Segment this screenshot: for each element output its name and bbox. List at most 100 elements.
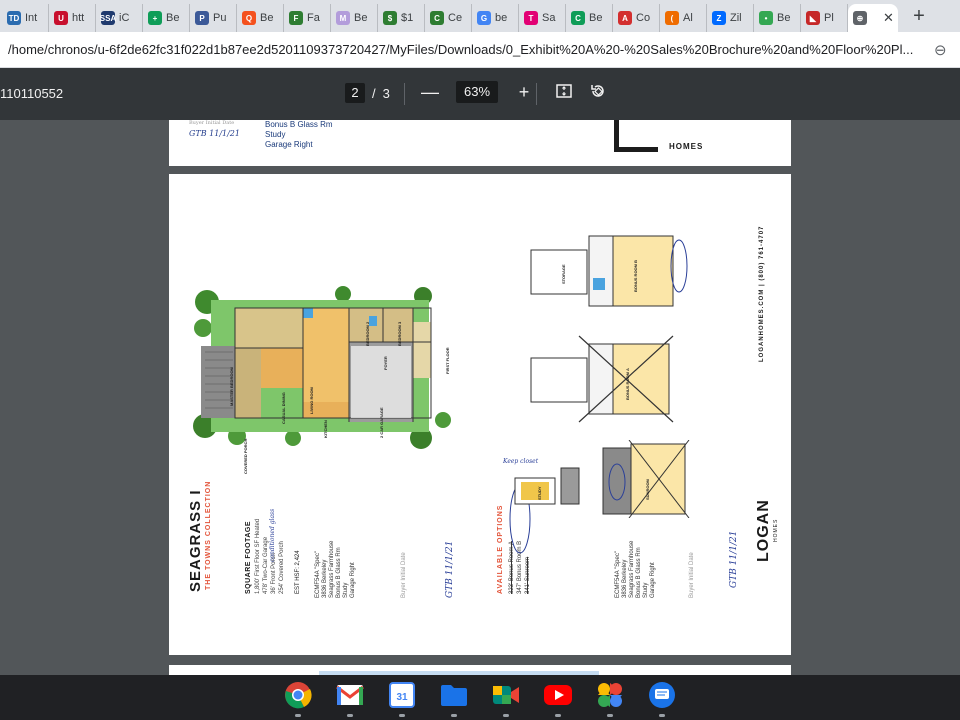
- q-icon: Q: [242, 11, 256, 25]
- browser-tab[interactable]: SSA iC: [96, 4, 143, 32]
- tab-title: Int: [25, 12, 38, 24]
- contact-line: LOGANHOMES.COM | (800) 761-4707: [759, 225, 765, 362]
- handwritten-note: conditioned glass: [269, 508, 276, 562]
- browser-tab[interactable]: Uhtt: [49, 4, 96, 32]
- pdf-viewer[interactable]: Bonus B Glass Rm Study Garage Right Buye…: [0, 120, 960, 675]
- room-label-master: MASTER BEDROOM: [229, 367, 234, 406]
- spec-line: ECMF54A "Spec": [615, 551, 621, 598]
- zoom-controls: — 63% +: [420, 81, 534, 103]
- shield-icon: U: [54, 11, 68, 25]
- browser-tab[interactable]: ◣ Pl: [801, 4, 848, 32]
- pdf-page-1: Bonus B Glass Rm Study Garage Right Buye…: [169, 120, 791, 166]
- spec-block-1: ECMF54A "Spec" 3836 Berkeley Seagrass Fa…: [315, 474, 365, 598]
- browser-tab[interactable]: Gbe: [472, 4, 519, 32]
- zoom-icon[interactable]: ⊖: [934, 41, 947, 59]
- room-label-living: LIVING ROOM: [309, 387, 314, 414]
- sqft-heading: SQUARE FOOTAGE: [245, 521, 252, 594]
- fit-to-page-button[interactable]: [554, 82, 574, 105]
- files-app[interactable]: [436, 680, 472, 717]
- zoom-input[interactable]: 63%: [456, 81, 498, 103]
- browser-tab[interactable]: M Be: [331, 4, 378, 32]
- browser-tab[interactable]: Q Be: [237, 4, 284, 32]
- meet-app[interactable]: [488, 680, 524, 717]
- cat-icon: $: [383, 11, 397, 25]
- circle-icon: (: [665, 11, 679, 25]
- spec-line: Garage Right: [650, 562, 656, 598]
- messages-app[interactable]: [644, 680, 680, 717]
- buyer-initial-label: Buyer Initial Date: [689, 552, 695, 598]
- zoom-in-button[interactable]: +: [514, 82, 534, 103]
- homes-wordmark: HOMES: [773, 518, 779, 542]
- spec-line: Bonus B Glass Rm: [336, 547, 342, 598]
- browser-tab[interactable]: A Co: [613, 4, 660, 32]
- spec-line: Seagrass Farmhouse: [629, 540, 635, 598]
- room-label-bonus-a: BONUS ROOM A: [625, 368, 630, 400]
- url-field[interactable]: /home/chronos/u-6f2de62fc31f022d1b87ee2d…: [8, 42, 926, 57]
- browser-tab[interactable]: $ $1: [378, 4, 425, 32]
- flag-icon: ◣: [806, 11, 820, 25]
- gmail-app-icon: [336, 684, 364, 711]
- logan-wordmark: LOGAN: [755, 499, 772, 562]
- files-app-icon: [440, 683, 468, 712]
- fit-page-icon: [556, 84, 572, 98]
- browser-tab[interactable]: + Be: [143, 4, 190, 32]
- photos-app-icon: [596, 681, 624, 714]
- page-total: 3: [382, 85, 390, 101]
- browser-tab[interactable]: C Ce: [425, 4, 472, 32]
- new-tab-button[interactable]: +: [904, 5, 934, 28]
- globe-icon: ⊕: [853, 11, 867, 25]
- running-indicator: [347, 713, 353, 717]
- maps-pin-icon: •: [759, 11, 773, 25]
- page-number-input[interactable]: 2: [345, 83, 365, 103]
- study-option-plan: [514, 467, 580, 505]
- page-selector: 2 / 3: [345, 83, 390, 103]
- zoom-out-button[interactable]: —: [420, 82, 440, 103]
- chrome-app[interactable]: [280, 680, 316, 717]
- close-tab-icon[interactable]: ✕: [883, 10, 894, 26]
- tab-title: Pu: [213, 12, 227, 24]
- pdf-toolbar: 110110552 2 / 3 — 63% +: [0, 68, 960, 120]
- browser-tab[interactable]: Z Zil: [707, 4, 754, 32]
- meet-app-icon: [492, 684, 520, 711]
- address-bar[interactable]: /home/chronos/u-6f2de62fc31f022d1b87ee2d…: [0, 32, 960, 68]
- browser-tab[interactable]: TD Int: [2, 4, 49, 32]
- tab-title: Zil: [730, 12, 742, 24]
- collection-name: THE TOWNS COLLECTION: [205, 480, 212, 590]
- tab-strip: TD Int Uhtt SSA iC + Be P Pu Q Be F Fa M Be $ $1 C Ce Gbe T S…: [0, 0, 960, 32]
- toolbar-divider: [404, 83, 405, 105]
- browser-tab[interactable]: • Be: [754, 4, 801, 32]
- youtube-app[interactable]: [540, 680, 576, 717]
- tab-title: $1: [401, 12, 414, 24]
- gmail-app[interactable]: [332, 680, 368, 717]
- toolbar-divider: [536, 83, 537, 105]
- youtube-app-icon: [543, 684, 573, 711]
- cat-icon: F: [289, 11, 303, 25]
- handwritten-initials: GTB 11/1/21: [729, 530, 739, 588]
- spec-line: Study: [343, 582, 349, 598]
- photos-app[interactable]: [592, 680, 628, 717]
- rotate-button[interactable]: [588, 82, 608, 105]
- browser-tab[interactable]: C Be: [566, 4, 613, 32]
- dining-area: [261, 348, 303, 388]
- browser-tab[interactable]: ⊕ ✕: [848, 4, 898, 32]
- zillow-icon: Z: [712, 11, 726, 25]
- bonus-room-a-plan: [530, 335, 674, 423]
- running-indicator: [295, 713, 301, 717]
- sqft-line: 254' Covered Porch: [279, 541, 285, 594]
- plan-title: SEAGRASS I: [187, 489, 204, 592]
- browser-tab[interactable]: (Al: [660, 4, 707, 32]
- td-icon: TD: [7, 11, 21, 25]
- spec-line: 3836 Berkeley: [622, 559, 628, 598]
- room-label-bedroom3: BEDROOM 3: [397, 321, 402, 346]
- est-hsf: EST HSF: 2,424: [295, 550, 301, 594]
- browser-tab[interactable]: T Sa: [519, 4, 566, 32]
- master-bedroom-area: [235, 308, 303, 348]
- tab-title: Pl: [824, 12, 834, 24]
- browser-tab[interactable]: F Fa: [284, 4, 331, 32]
- tab-title: Sa: [542, 12, 556, 24]
- spec-block-2: ECMF54A "Spec" 3836 Berkeley Seagrass Fa…: [615, 474, 665, 598]
- calendar-app-icon: 31: [389, 682, 415, 713]
- tab-title: Be: [354, 12, 368, 24]
- browser-tab[interactable]: P Pu: [190, 4, 237, 32]
- calendar-app[interactable]: 31: [384, 680, 420, 717]
